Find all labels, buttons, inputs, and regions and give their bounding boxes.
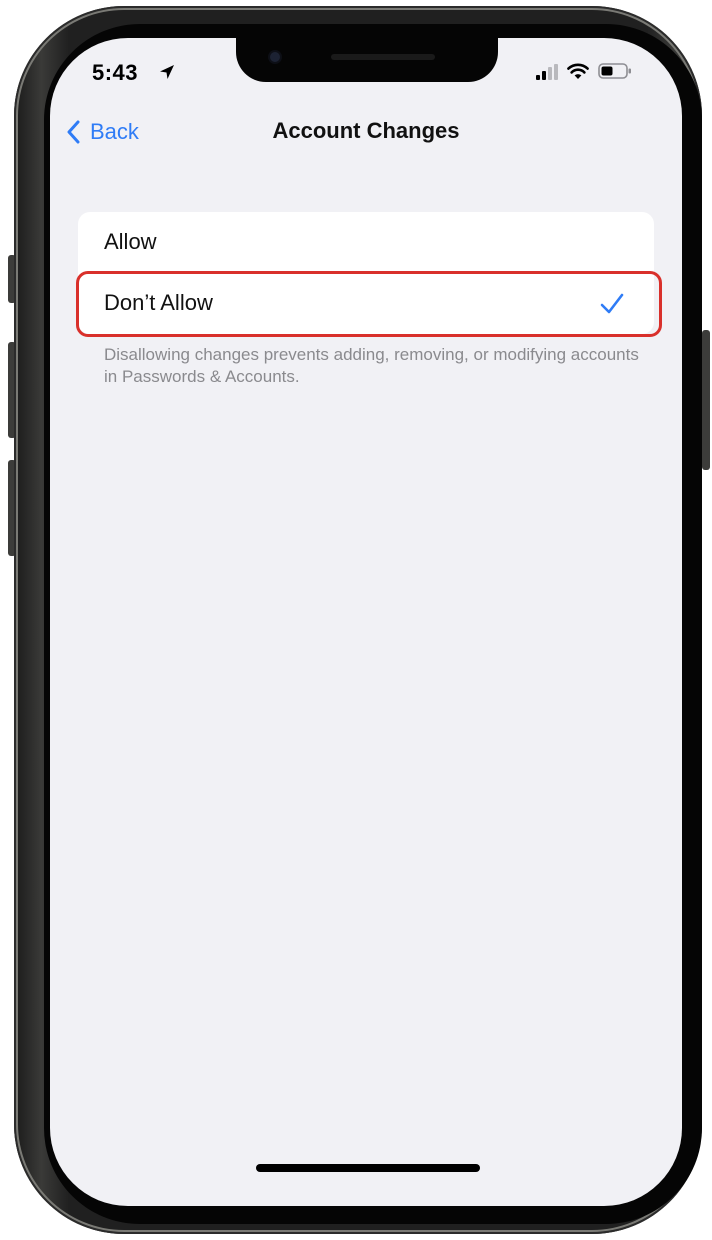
checkmark-icon xyxy=(600,293,624,314)
footer-note: Disallowing changes prevents adding, rem… xyxy=(104,345,639,386)
notch xyxy=(236,38,498,82)
cellular-signal-icon xyxy=(536,64,558,80)
battery-icon xyxy=(598,63,631,79)
earpiece-speaker xyxy=(331,54,435,60)
power-button xyxy=(702,330,710,470)
front-camera-icon xyxy=(270,52,280,62)
chevron-left-icon xyxy=(67,120,80,144)
options-list: Allow Don’t Allow xyxy=(78,212,654,334)
screenshot-stage: 5:43 Account Changes Back Allow Don’t Al… xyxy=(0,0,712,1240)
phone-screen: 5:43 Account Changes Back Allow Don’t Al… xyxy=(50,38,682,1206)
option-label: Don’t Allow xyxy=(104,290,213,315)
wifi-icon xyxy=(567,63,589,79)
page-title: Account Changes xyxy=(272,118,460,143)
back-button[interactable]: Back xyxy=(66,116,139,148)
option-label: Allow xyxy=(104,229,157,254)
location-arrow-icon xyxy=(160,65,174,79)
status-time: 5:43 xyxy=(92,60,139,85)
option-allow[interactable]: Allow xyxy=(78,212,654,273)
home-indicator[interactable] xyxy=(256,1164,480,1172)
back-label: Back xyxy=(90,119,139,144)
option-dont-allow[interactable]: Don’t Allow xyxy=(78,273,654,334)
